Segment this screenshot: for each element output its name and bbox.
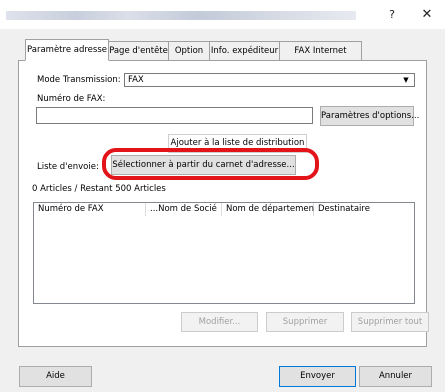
window-title-redacted	[6, 11, 356, 20]
help-button[interactable]: Aide	[19, 366, 92, 387]
mode-transmission-select[interactable]: FAX ▼	[124, 73, 415, 87]
column-header-recipient[interactable]: Destinataire	[314, 203, 414, 216]
chevron-down-icon[interactable]: ▼	[400, 75, 412, 85]
tab-cover-page[interactable]: Page d'entête	[108, 41, 169, 60]
delete-button[interactable]: Supprimer	[266, 312, 344, 332]
close-icon[interactable]: ✕	[417, 6, 437, 24]
options-settings-button[interactable]: Paramètres d'options...	[320, 106, 419, 126]
modify-button[interactable]: Modifier...	[181, 312, 258, 332]
send-list-label: Liste d'envoie:	[37, 162, 99, 172]
tab-internet-fax[interactable]: FAX Internet	[279, 41, 362, 60]
mode-transmission-label: Mode Transmission:	[37, 75, 121, 85]
send-button[interactable]: Envoyer	[279, 366, 356, 387]
add-to-distribution-list-button[interactable]: Ajouter à la liste de distribution	[168, 134, 307, 153]
delete-all-button[interactable]: Supprimer tout	[351, 312, 429, 332]
column-header-company-name[interactable]: ...Nom de Socié	[146, 203, 222, 216]
tab-option[interactable]: Option	[168, 41, 210, 60]
send-list-table[interactable]: Numéro de FAX ...Nom de Socié Nom de dép…	[33, 202, 415, 304]
tab-address-settings[interactable]: Paramètre adresse	[25, 39, 109, 61]
article-counter: 0 Articles / Restant 500 Articles	[32, 184, 166, 194]
tab-sender-info[interactable]: Info. expéditeur	[209, 41, 280, 60]
column-header-fax-number[interactable]: Numéro de FAX	[34, 203, 146, 216]
fax-number-label: Numéro de FAX:	[37, 94, 106, 104]
fax-number-input[interactable]	[36, 107, 313, 124]
select-from-address-book-button[interactable]: Sélectionner à partir du carnet d'adress…	[111, 155, 296, 175]
help-title-button[interactable]: ?	[382, 6, 402, 24]
mode-transmission-value: FAX	[128, 75, 144, 85]
cancel-button[interactable]: Annuler	[359, 366, 432, 387]
column-header-department[interactable]: Nom de département	[222, 203, 317, 216]
